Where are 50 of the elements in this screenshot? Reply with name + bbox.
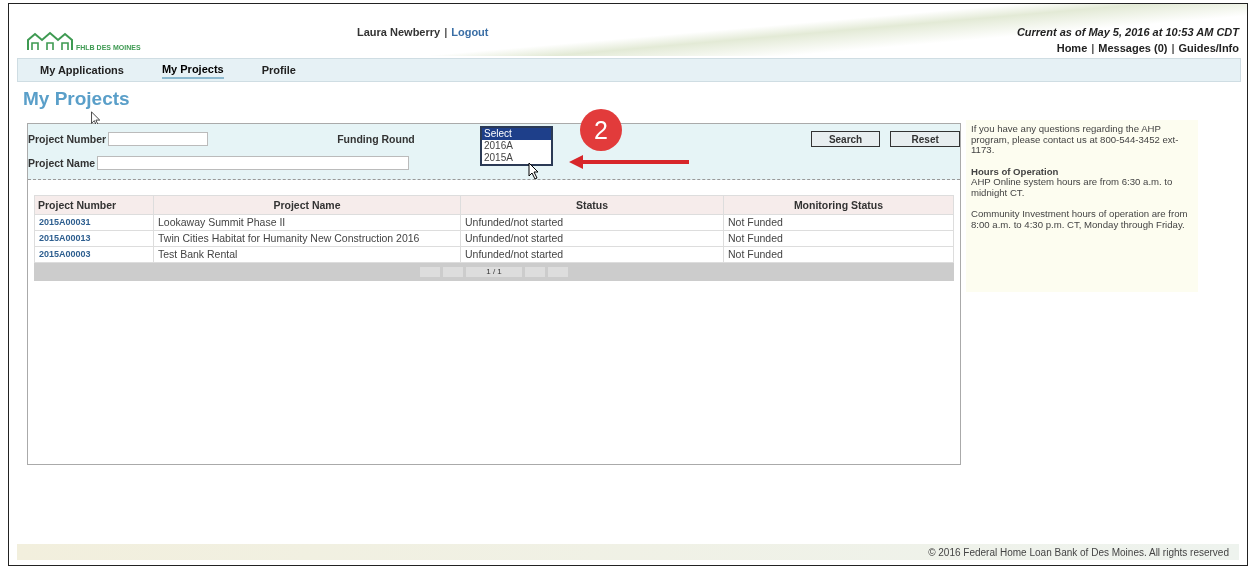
separator: |	[1091, 42, 1095, 54]
step-badge: 2	[580, 109, 622, 151]
hours-text: AHP Online system hours are from 6:30 a.m. to midnight CT.	[971, 177, 1174, 198]
hours-heading: Hours of Operation	[971, 166, 1060, 177]
project-name-field[interactable]	[97, 156, 410, 170]
funding-round-dropdown[interactable]: Select 2016A 2015A	[480, 126, 553, 166]
current-as-of-text: Current as of May 5, 2016 at 10:53 AM CDT	[1016, 26, 1239, 38]
table-cell: Unfunded/not started	[460, 214, 724, 231]
column-header: Project Name	[153, 195, 461, 215]
table-cell: Not Funded	[723, 246, 954, 263]
houses-logo-icon	[27, 31, 73, 51]
field-label: Funding Round	[337, 133, 415, 145]
header-link[interactable]: Guides/Info	[1178, 42, 1239, 54]
project-number-field[interactable]	[108, 132, 209, 146]
table-cell: Unfunded/not started	[460, 246, 724, 263]
table-cell: Not Funded	[723, 214, 954, 231]
dropdown-option[interactable]: 2016A	[482, 140, 551, 152]
field-label: Project Number	[28, 133, 107, 145]
project-number-link[interactable]: 2015A00013	[34, 230, 154, 247]
table-cell: Lookaway Summit Phase II	[153, 214, 461, 231]
nav-tab[interactable]: My Applications	[40, 62, 124, 78]
table-cell: Unfunded/not started	[460, 230, 724, 247]
reset-button[interactable]: Reset	[890, 131, 960, 147]
logout-link[interactable]: Logout	[451, 26, 489, 38]
arrow-icon	[569, 155, 689, 169]
cursor-icon	[91, 111, 103, 127]
dropdown-option[interactable]: Select	[482, 128, 551, 140]
column-header: Monitoring Status	[723, 195, 954, 215]
dropdown-option[interactable]: 2015A	[482, 152, 551, 164]
nav-tab[interactable]: My Projects	[161, 61, 224, 79]
contact-text: If you have any questions regarding the AHP program, please contact us at 800-544-3452 ext-1173.	[971, 124, 1180, 156]
user-name: Laura Newberry	[357, 26, 441, 38]
project-number-link[interactable]: 2015A00003	[34, 246, 154, 263]
table-cell: Not Funded	[723, 230, 954, 247]
table-cell: Test Bank Rental	[153, 246, 461, 263]
table-cell: Twin Cities Habitat for Humanity New Construction 2016	[153, 230, 461, 247]
search-button[interactable]: Search	[810, 131, 881, 147]
community-hours-text: Community Investment hours of operation are from 8:00 a.m. to 4:30 p.m. CT, Monday through Friday.	[971, 209, 1189, 230]
nav-tab[interactable]: Profile	[261, 62, 296, 78]
page-title: My Projects	[23, 88, 130, 110]
project-number-link[interactable]: 2015A00031	[34, 214, 154, 231]
separator: |	[1171, 42, 1175, 54]
copyright-text: © 2016 Federal Home Loan Bank of Des Moines. All rights reserved	[928, 546, 1229, 558]
column-header: Status	[460, 195, 724, 215]
column-header: Project Number	[34, 195, 154, 215]
page-indicator: 1 / 1	[466, 267, 522, 277]
field-label: Project Name	[28, 157, 96, 169]
separator: |	[444, 26, 448, 38]
header-link[interactable]: Home	[1056, 42, 1088, 54]
header-link[interactable]: Messages (0)	[1098, 42, 1168, 54]
